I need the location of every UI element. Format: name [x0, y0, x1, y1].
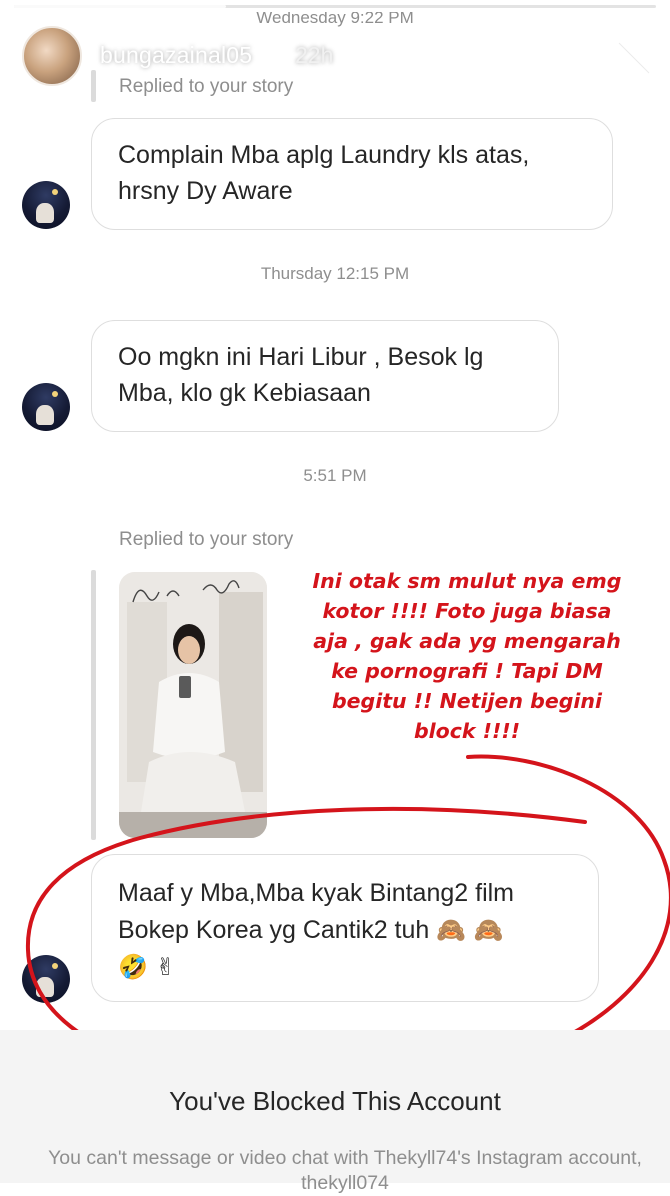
story-avatar[interactable]	[22, 26, 82, 86]
blocked-description: You can't message or video chat with The…	[48, 1147, 642, 1194]
message-text-line: Bokep Korea yg Cantik2 tuh	[118, 916, 430, 944]
sender-avatar[interactable]	[22, 383, 70, 431]
replied-to-story-label: Replied to your story	[119, 76, 294, 97]
timestamp: Thursday 12:15 PM	[260, 264, 410, 283]
story-header	[22, 26, 82, 86]
story-time: 22h	[295, 42, 334, 68]
story-progress-fill	[14, 5, 226, 8]
previous-timestamp: Wednesday 9:22 PM	[0, 12, 670, 32]
message-text-line: Maaf y Mba,Mba kyak Bintang2 film	[118, 879, 514, 907]
red-annotation-text: Ini otak sm mulut nya emg kotor !!!! Fot…	[312, 569, 622, 743]
previous-timestamp-text: Wednesday 9:22 PM	[256, 12, 414, 27]
close-icon[interactable]	[614, 38, 654, 78]
sender-avatar[interactable]	[22, 955, 70, 1003]
sender-avatar[interactable]	[22, 181, 70, 229]
message-bubble[interactable]: Complain Mba aplg Laundry kls atas, hrsn…	[91, 118, 613, 230]
message-text: Complain Mba aplg Laundry kls atas, hrsn…	[118, 141, 530, 205]
story-thumbnail-image[interactable]	[119, 572, 267, 838]
replied-to-story-label: Replied to your story	[119, 529, 294, 550]
reply-quote-bar	[91, 70, 96, 102]
message-bubble[interactable]: Maaf y Mba,Mba kyak Bintang2 film Bokep …	[91, 854, 599, 1002]
message-text: Oo mgkn ini Hari Libur , Besok lg Mba, k…	[118, 343, 484, 407]
story-progress-bar	[14, 5, 656, 8]
reply-quote-bar	[91, 570, 96, 840]
message-bubble[interactable]: Oo mgkn ini Hari Libur , Besok lg Mba, k…	[91, 320, 559, 432]
see-no-evil-monkey-icon: 🙈 🙈	[436, 916, 504, 944]
story-username[interactable]: bungazainal05	[100, 42, 252, 69]
laughing-victory-icon: 🤣 ✌	[118, 953, 176, 981]
blocked-title: You've Blocked This Account	[169, 1086, 501, 1116]
timestamp: 5:51 PM	[303, 466, 367, 485]
